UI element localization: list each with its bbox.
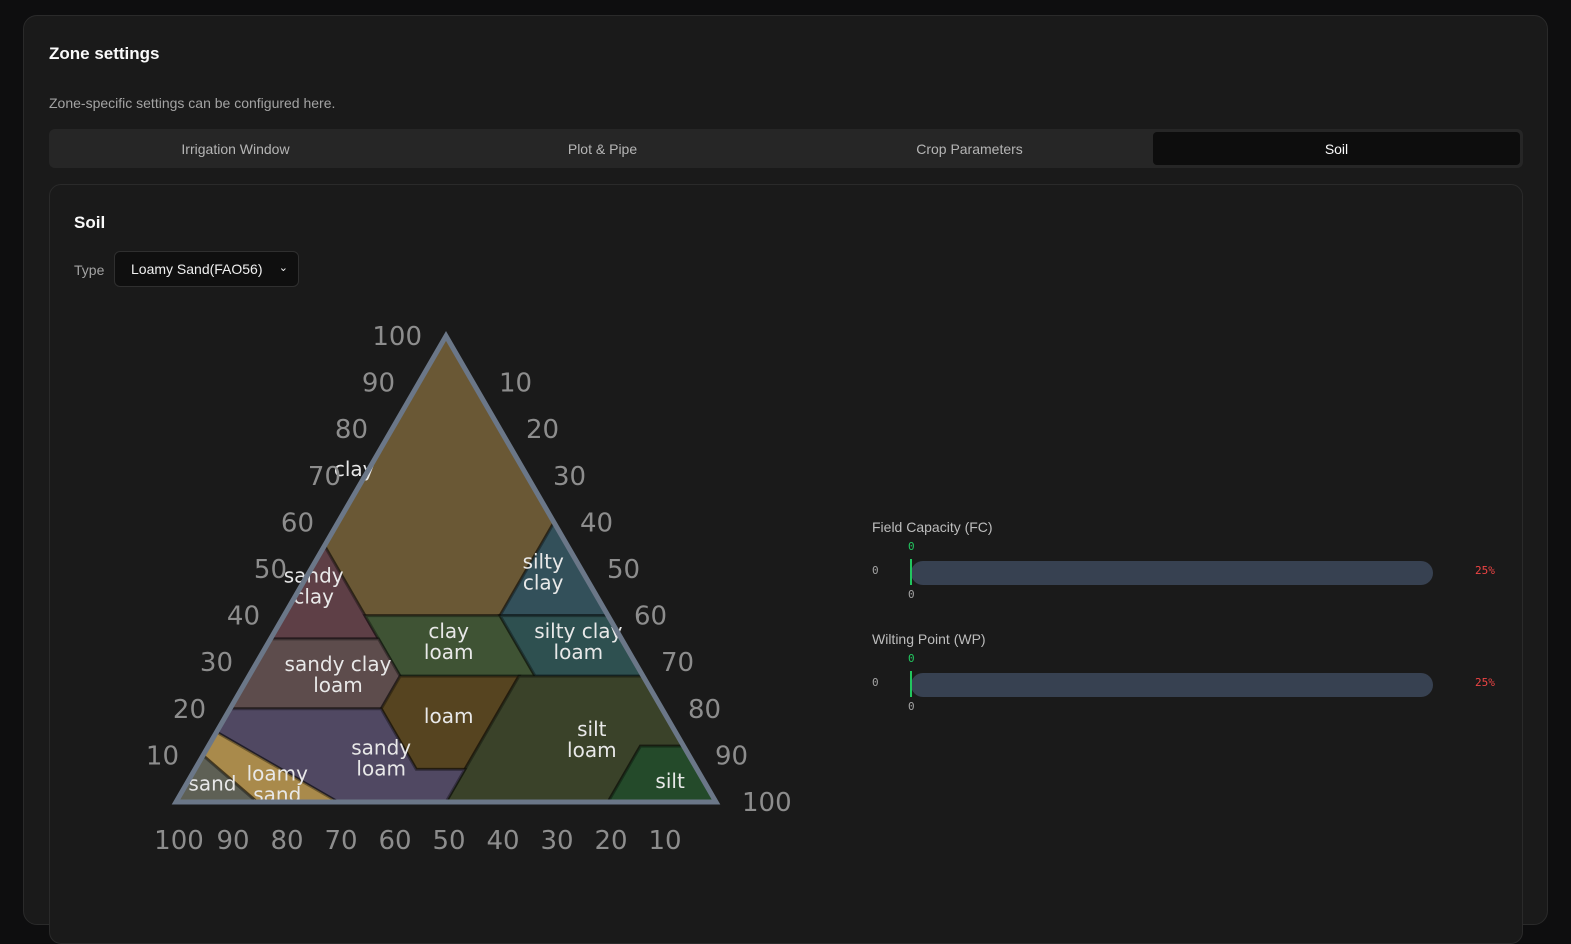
meter-marker [910,559,912,585]
max-value: 25% [1475,564,1495,577]
left-axis-label: 70 [308,462,341,492]
right-axis-label: 10 [499,369,532,399]
max-value: 25% [1475,676,1495,689]
region-label-sand: sand [188,771,236,795]
left-axis-label: 80 [335,415,368,445]
bottom-axis-label: 90 [216,826,249,856]
left-axis-label: 10 [146,741,179,771]
region-label-loam: loam [424,704,474,728]
region-label-silt: silt [655,769,685,793]
below-value: 0 [908,700,915,713]
right-axis-label: 40 [580,508,613,538]
right-axis-label: 90 [715,741,748,771]
right-axis-label: 30 [553,462,586,492]
right-axis-label: 20 [526,415,559,445]
meter-bar[interactable] [911,561,1433,585]
bottom-axis-label: 30 [540,826,573,856]
right-axis-label: 50 [607,555,640,585]
bottom-axis-label: 40 [486,826,519,856]
min-value: 0 [872,676,879,689]
field-capacity-meter: Field Capacity (FC) 0 0 0 25% [872,519,1512,619]
bottom-axis-label: 20 [594,826,627,856]
below-value: 0 [908,588,915,601]
min-value: 0 [872,564,879,577]
left-axis-label: 100 [372,322,422,352]
left-axis-label: 50 [254,555,287,585]
region-label-silty-clay: silty clay [523,549,564,594]
region-label-clay-loam: clay loam [424,619,474,664]
region-label-sandy-loam: sandy loam [351,736,411,781]
right-axis-label: 60 [634,602,667,632]
left-axis-label: 40 [227,602,260,632]
meter-bar[interactable] [911,673,1433,697]
bottom-axis-label: 100 [154,826,204,856]
right-axis-label: 100 [742,788,792,818]
left-axis-label: 30 [200,648,233,678]
marker-value: 0 [908,540,915,553]
marker-value: 0 [908,652,915,665]
meter-label: Field Capacity (FC) [872,519,993,535]
left-axis-label: 90 [362,369,395,399]
left-axis-label: 20 [173,695,206,725]
meter-marker [910,671,912,697]
meter-label: Wilting Point (WP) [872,631,986,647]
left-axis-label: 60 [281,508,314,538]
soil-texture-triangle: claysilty claysandy clayclay loamsilty clay… [146,322,792,856]
wilting-point-meter: Wilting Point (WP) 0 0 0 25% [872,631,1512,731]
right-axis-label: 70 [661,648,694,678]
bottom-axis-label: 50 [432,826,465,856]
bottom-axis-label: 70 [324,826,357,856]
right-axis-label: 80 [688,695,721,725]
bottom-axis-label: 80 [270,826,303,856]
bottom-axis-label: 10 [648,826,681,856]
bottom-axis-label: 60 [378,826,411,856]
